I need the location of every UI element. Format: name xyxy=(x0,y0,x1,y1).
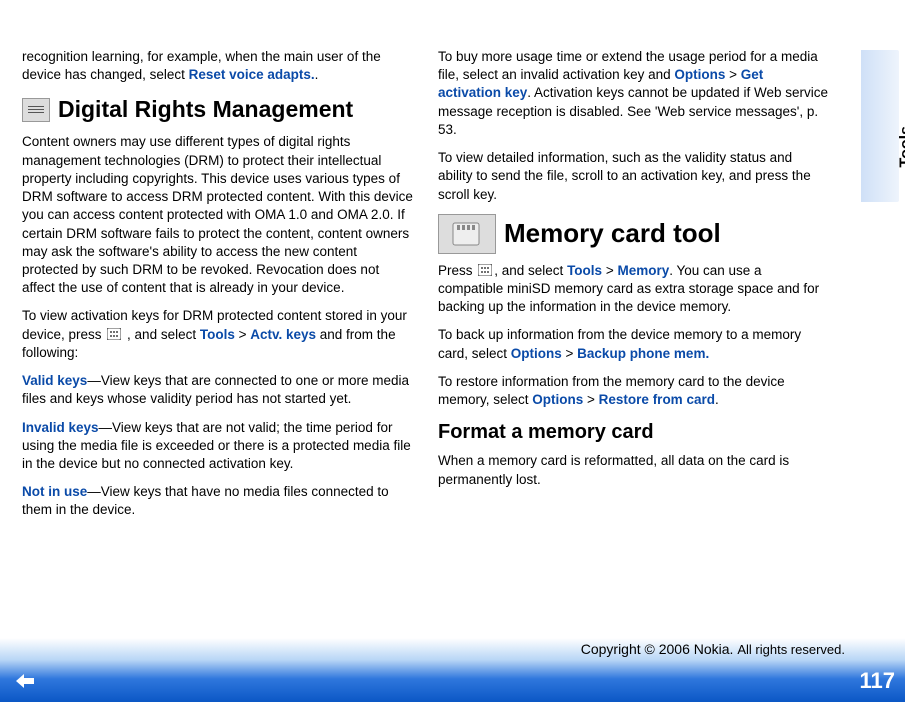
format-body: When a memory card is reformatted, all d… xyxy=(438,452,830,488)
valid-keys-label[interactable]: Valid keys xyxy=(22,373,87,388)
section-tab-label: Tools xyxy=(895,126,905,167)
back-arrow-icon xyxy=(14,672,36,690)
tools-link[interactable]: Tools xyxy=(200,327,235,342)
body-text: > xyxy=(235,327,250,342)
left-column: recognition learning, for example, when … xyxy=(22,48,414,530)
section-tab: Tools xyxy=(861,50,899,202)
menu-key-icon xyxy=(105,327,123,341)
backup-phone-mem-link[interactable]: Backup phone mem. xyxy=(577,346,709,361)
buy-usage-paragraph: To buy more usage time or extend the usa… xyxy=(438,48,830,139)
invalid-keys-label[interactable]: Invalid keys xyxy=(22,420,99,435)
copyright-brand: Copyright © 2006 Nokia. xyxy=(581,641,738,657)
options-link[interactable]: Options xyxy=(511,346,562,361)
memory-link[interactable]: Memory xyxy=(617,263,669,278)
drm-heading: Digital Rights Management xyxy=(58,94,353,125)
copyright-rest: All rights reserved. xyxy=(737,642,845,657)
body-text: > xyxy=(725,67,740,82)
body-text: > xyxy=(602,263,617,278)
manual-page: Tools recognition learning, for example,… xyxy=(0,0,905,706)
right-column: To buy more usage time or extend the usa… xyxy=(438,48,830,530)
valid-keys-item: Valid keys—View keys that are connected … xyxy=(22,372,414,408)
not-in-use-item: Not in use—View keys that have no media … xyxy=(22,483,414,519)
menu-key-icon xyxy=(476,263,494,277)
backup-paragraph: To back up information from the device m… xyxy=(438,326,830,362)
drm-heading-row: Digital Rights Management xyxy=(22,94,414,125)
body-text: , and select xyxy=(494,263,567,278)
view-actv-keys-paragraph: To view activation keys for DRM protecte… xyxy=(22,307,414,362)
page-number: 117 xyxy=(860,666,896,696)
body-text: . xyxy=(715,392,719,407)
actv-keys-link[interactable]: Actv. keys xyxy=(250,327,316,342)
options-link[interactable]: Options xyxy=(674,67,725,82)
options-link[interactable]: Options xyxy=(532,392,583,407)
drm-body: Content owners may use different types o… xyxy=(22,133,414,297)
memory-card-icon xyxy=(438,214,496,254)
not-in-use-label[interactable]: Not in use xyxy=(22,484,87,499)
format-heading: Format a memory card xyxy=(438,419,830,446)
memory-press-paragraph: Press , and select Tools > Memory. You c… xyxy=(438,262,830,317)
reset-voice-link[interactable]: Reset voice adapts. xyxy=(189,67,315,82)
copyright: Copyright © 2006 Nokia. All rights reser… xyxy=(581,640,845,659)
memory-heading-row: Memory card tool xyxy=(438,214,830,254)
drm-icon xyxy=(22,98,50,122)
restore-paragraph: To restore information from the memory c… xyxy=(438,373,830,409)
tools-link[interactable]: Tools xyxy=(567,263,602,278)
body-text: > xyxy=(583,392,598,407)
body-text: Press xyxy=(438,263,476,278)
memory-heading: Memory card tool xyxy=(504,216,721,251)
invalid-keys-item: Invalid keys—View keys that are not vali… xyxy=(22,419,414,474)
reset-voice-paragraph: recognition learning, for example, when … xyxy=(22,48,414,84)
body-text: , and select xyxy=(123,327,200,342)
view-detail-paragraph: To view detailed information, such as th… xyxy=(438,149,830,204)
body-text: > xyxy=(562,346,577,361)
footer-band: Copyright © 2006 Nokia. All rights reser… xyxy=(0,660,905,702)
two-column-layout: recognition learning, for example, when … xyxy=(22,48,849,530)
body-text: . xyxy=(315,67,319,82)
restore-from-card-link[interactable]: Restore from card xyxy=(599,392,715,407)
